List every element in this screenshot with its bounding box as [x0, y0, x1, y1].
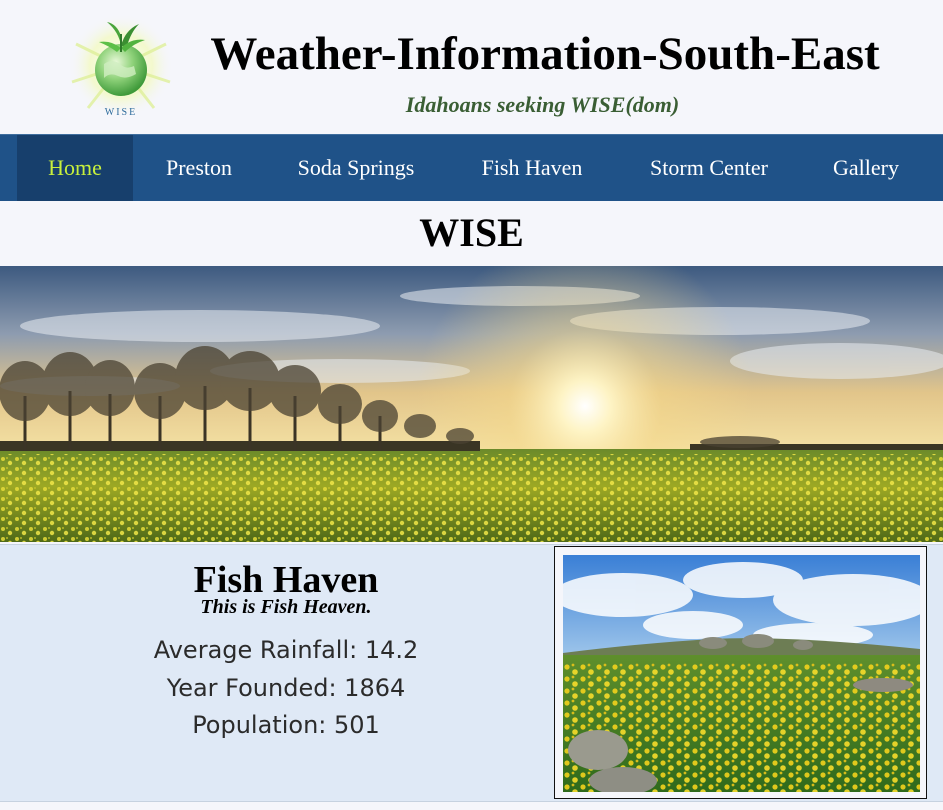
- site-title: Weather-Information-South-East: [210, 28, 880, 80]
- wise-logo: WISE: [69, 14, 173, 118]
- site-header: WISE Weather-Information-South-East Idah…: [0, 0, 943, 134]
- nav-item-soda-springs[interactable]: Soda Springs: [276, 135, 436, 201]
- main-nav: Home Preston Soda Springs Fish Haven Sto…: [0, 134, 943, 201]
- svg-text:WISE: WISE: [105, 107, 137, 118]
- meadow-image: [563, 555, 920, 792]
- hero-image: [0, 266, 943, 542]
- nav-item-home[interactable]: Home: [17, 135, 133, 201]
- nav-item-storm-center[interactable]: Storm Center: [628, 135, 790, 201]
- nav-item-fish-haven[interactable]: Fish Haven: [462, 135, 602, 201]
- stat-average-rainfall: Average Rainfall: 14.2: [153, 636, 419, 664]
- page-heading: WISE: [419, 210, 524, 255]
- city-section: Fish Haven This is Fish Heaven. Average …: [0, 544, 943, 802]
- sunset-field-image: [0, 266, 943, 542]
- stat-population: Population: 501: [192, 711, 380, 739]
- city-motto: This is Fish Heaven.: [200, 596, 372, 618]
- city-photo-frame: [554, 546, 927, 799]
- site-tagline: Idahoans seeking WISE(dom): [405, 92, 680, 117]
- nav-item-preston[interactable]: Preston: [145, 135, 253, 201]
- nav-item-gallery[interactable]: Gallery: [816, 135, 916, 201]
- city-photo: [563, 555, 920, 792]
- stat-year-founded: Year Founded: 1864: [166, 674, 406, 702]
